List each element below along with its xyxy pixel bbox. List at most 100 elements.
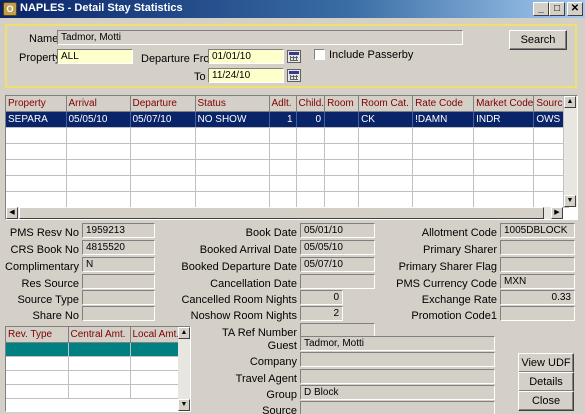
departure-from-field[interactable]: 01/01/10 (208, 49, 284, 64)
departure-to-calendar-icon[interactable] (287, 69, 301, 82)
grid-column-header[interactable]: Departure (130, 96, 196, 112)
table-cell (412, 191, 475, 208)
table-cell (358, 191, 414, 208)
table-row[interactable] (6, 175, 570, 192)
maximize-button[interactable]: □ (549, 2, 565, 16)
revenue-column-header[interactable]: Central Amt. (68, 327, 131, 343)
table-cell: INDR (473, 111, 535, 128)
property-field[interactable]: ALL (57, 49, 133, 64)
revenue-row[interactable] (6, 356, 181, 371)
pms-currency-code-label: PMS Currency Code (396, 278, 497, 290)
source-field (300, 401, 495, 414)
noshow-room-nights-field: 2 (300, 306, 343, 321)
minimize-button[interactable]: _ (533, 2, 549, 16)
table-cell (324, 175, 360, 192)
title-bar: O NAPLES - Detail Stay Statistics _ □ ✕ (0, 0, 585, 18)
departure-from-label: Departure From (141, 53, 219, 65)
guest-label: Guest (267, 340, 297, 352)
scroll-left-icon[interactable]: ◀ (6, 207, 18, 219)
table-cell: !DAMN (412, 111, 475, 128)
table-cell: CK (358, 111, 414, 128)
scroll-down-icon[interactable]: ▼ (564, 195, 576, 207)
table-cell (473, 143, 535, 160)
grid-column-header[interactable]: Status (195, 96, 270, 112)
scroll-right-icon[interactable]: ▶ (551, 207, 563, 219)
table-row[interactable] (6, 127, 570, 144)
revenue-scroll-up-icon[interactable]: ▲ (178, 327, 190, 339)
departure-from-calendar-icon[interactable] (287, 50, 301, 63)
table-cell (412, 143, 475, 160)
booked-arrival-field: 05/05/10 (300, 240, 375, 255)
grid-column-header[interactable]: Room (324, 96, 360, 112)
booked-departure-field: 05/07/10 (300, 257, 375, 272)
grid-column-header[interactable]: Child. (296, 96, 326, 112)
table-row[interactable] (6, 159, 570, 176)
table-cell (6, 127, 67, 144)
revenue-table: Rev. Type Central Amt. Local Amt. (6, 327, 181, 399)
grid-horizontal-scrollbar[interactable]: ◀ ▶ (6, 207, 563, 219)
table-cell (296, 191, 326, 208)
group-field: D Block (300, 385, 495, 400)
revenue-row[interactable] (6, 370, 181, 385)
book-date-label: Book Date (245, 227, 297, 239)
source-type-field (82, 290, 155, 305)
revenue-column-header[interactable]: Rev. Type (6, 327, 69, 343)
include-passerby-checkbox[interactable] (314, 49, 325, 60)
departure-to-field[interactable]: 11/24/10 (208, 68, 284, 83)
table-cell (358, 127, 414, 144)
app-icon: O (3, 2, 17, 16)
primary-sharer-flag-field (500, 257, 575, 272)
scroll-up-icon[interactable]: ▲ (564, 96, 576, 108)
table-cell (6, 175, 67, 192)
close-window-button[interactable]: ✕ (567, 2, 583, 16)
grid-column-header[interactable]: Market Code (473, 96, 535, 112)
table-cell (195, 143, 270, 160)
table-cell (195, 191, 270, 208)
grid-vertical-scrollbar[interactable]: ▲ ▼ (563, 96, 577, 207)
table-cell (324, 143, 360, 160)
table-cell (66, 175, 131, 192)
name-field[interactable]: Tadmor, Motti (57, 30, 463, 45)
promotion-code-field (500, 306, 575, 321)
details-button[interactable]: Details (518, 372, 574, 392)
grid-column-header[interactable]: Rate Code (412, 96, 475, 112)
table-cell (269, 127, 297, 144)
grid-column-header[interactable]: Room Cat. (358, 96, 414, 112)
grid-column-header[interactable]: Property (6, 96, 67, 112)
res-source-label: Res Source (21, 278, 79, 290)
view-udf-button[interactable]: View UDF (518, 353, 574, 373)
table-row[interactable]: SEPARA 05/05/10 05/07/10 NO SHOW 1 0 CK !DAMN IN… (6, 111, 570, 128)
table-cell (324, 159, 360, 176)
primary-sharer-label: Primary Sharer (423, 244, 497, 256)
table-cell (130, 159, 196, 176)
table-row[interactable] (6, 143, 570, 160)
table-cell (412, 159, 475, 176)
close-button[interactable]: Close (518, 391, 574, 411)
table-cell (296, 143, 326, 160)
table-cell (6, 191, 67, 208)
revenue-row[interactable] (6, 384, 181, 399)
book-date-field: 05/01/10 (300, 223, 375, 238)
table-cell (195, 127, 270, 144)
grid-column-header[interactable]: Arrival (66, 96, 131, 112)
source-type-label: Source Type (17, 294, 79, 306)
table-cell (269, 175, 297, 192)
revenue-column-header[interactable]: Local Amt. (130, 327, 181, 343)
name-label: Name (29, 33, 59, 45)
cancelled-room-nights-label: Cancelled Room Nights (181, 294, 297, 306)
res-source-field (82, 274, 155, 289)
table-cell (269, 159, 297, 176)
horizontal-scroll-thumb[interactable] (19, 207, 544, 219)
table-row[interactable] (6, 191, 570, 208)
complimentary-field: N (82, 257, 155, 272)
cancelled-room-nights-field: 0 (300, 290, 343, 305)
table-cell: SEPARA (6, 111, 67, 128)
table-cell (130, 127, 196, 144)
revenue-vertical-scrollbar[interactable]: ▲ ▼ (178, 327, 190, 411)
revenue-row[interactable] (6, 342, 181, 357)
search-button[interactable]: Search (509, 30, 567, 50)
table-cell (473, 159, 535, 176)
table-cell (324, 111, 360, 128)
grid-column-header[interactable]: Adlt. (269, 96, 297, 112)
revenue-scroll-down-icon[interactable]: ▼ (178, 399, 190, 411)
